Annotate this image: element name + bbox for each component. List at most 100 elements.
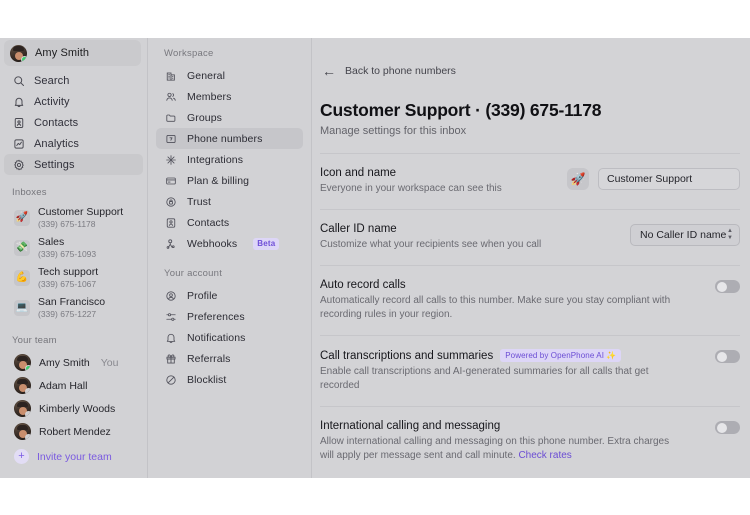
current-user-name: Amy Smith [35, 47, 90, 59]
page-subtitle: Manage settings for this inbox [320, 125, 467, 137]
inbox-list: 🚀 Customer Support (339) 675-1178 💸 Sale… [0, 203, 147, 323]
setting-row-international-calling: International calling and messaging Allo… [320, 406, 740, 476]
list-item[interactable]: 💻 San Francisco (339) 675-1227 [4, 293, 143, 323]
settings-item-members[interactable]: Members [156, 86, 303, 107]
team-list: Amy Smith You Adam Hall Kimberly Woods R… [0, 351, 147, 468]
settings-menu: Workspace General Members Groups Phone n… [148, 38, 312, 478]
sidebar-item-search[interactable]: Search [4, 70, 143, 91]
away-status-dot [25, 411, 31, 417]
row-title: Call transcriptions and summaries Powere… [320, 349, 699, 362]
settings-item-trust[interactable]: Trust [156, 191, 303, 212]
settings-item-label: Integrations [187, 153, 244, 166]
settings-item-label: Notifications [187, 331, 246, 344]
list-item[interactable]: 💪 Tech support (339) 675-1067 [4, 263, 143, 293]
settings-item-plan-billing[interactable]: Plan & billing [156, 170, 303, 191]
settings-item-referrals[interactable]: Referrals [156, 348, 303, 369]
select-value: No Caller ID name [640, 229, 727, 241]
row-title-text: Caller ID name [320, 223, 397, 235]
avatar [14, 354, 31, 371]
settings-item-label: Preferences [187, 310, 245, 323]
row-description-text: Allow international calling and messagin… [320, 436, 670, 461]
sidebar-item-label: Contacts [34, 116, 79, 129]
team-member-name: Adam Hall [39, 379, 88, 392]
setting-row-call-transcriptions: Call transcriptions and summaries Powere… [320, 335, 740, 406]
bell-icon [12, 95, 25, 108]
check-rates-link[interactable]: Check rates [518, 450, 571, 461]
settings-item-label: Contacts [187, 216, 230, 229]
toggle-knob [716, 281, 727, 292]
integrations-icon [164, 153, 177, 166]
list-item[interactable]: 💸 Sales (339) 675-1093 [4, 233, 143, 263]
inbox-number: (339) 675-1093 [38, 249, 97, 259]
list-item[interactable]: Amy Smith You [4, 351, 143, 374]
settings-item-label: Blocklist [187, 373, 227, 386]
inbox-name-input[interactable] [598, 168, 740, 190]
settings-item-webhooks[interactable]: Webhooks Beta [156, 233, 303, 254]
row-description: Allow international calling and messagin… [320, 435, 685, 463]
toggle-knob [716, 351, 727, 362]
shield-icon [164, 195, 177, 208]
inbox-name: Customer Support [38, 206, 124, 218]
account-section-label: Your account [164, 268, 223, 279]
setting-row-icon-and-name: Icon and name Everyone in your workspace… [320, 153, 740, 209]
list-item[interactable]: 🚀 Customer Support (339) 675-1178 [4, 203, 143, 233]
row-title: International calling and messaging [320, 420, 699, 432]
settings-item-label: Groups [187, 111, 223, 124]
current-user-row[interactable]: Amy Smith [4, 40, 141, 66]
avatar [14, 400, 31, 417]
settings-item-label: Members [187, 90, 232, 103]
list-item[interactable]: Adam Hall [4, 374, 143, 397]
sidebar-item-contacts[interactable]: Contacts [4, 112, 143, 133]
settings-item-contacts[interactable]: Contacts [156, 212, 303, 233]
back-to-phone-numbers-button[interactable]: ← Back to phone numbers [312, 64, 750, 78]
team-member-name: Robert Mendez [39, 425, 111, 438]
status-badge: Beta [253, 237, 280, 250]
webhooks-icon [164, 237, 177, 250]
settings-item-integrations[interactable]: Integrations [156, 149, 303, 170]
inbox-number: (339) 675-1178 [38, 219, 96, 229]
caller-id-name-select[interactable]: No Caller ID name ▲ ▼ [630, 224, 740, 246]
inbox-number: (339) 675-1227 [38, 309, 97, 319]
setting-row-auto-record-calls: Auto record calls Automatically record a… [320, 265, 740, 335]
team-member-name: Kimberly Woods [39, 402, 116, 415]
settings-item-blocklist[interactable]: Blocklist [156, 369, 303, 390]
bell-icon [164, 331, 177, 344]
sidebar-item-analytics[interactable]: Analytics [4, 133, 143, 154]
card-icon [164, 174, 177, 187]
sidebar-item-activity[interactable]: Activity [4, 91, 143, 112]
sidebar-item-settings[interactable]: Settings [4, 154, 143, 175]
row-description: Enable call transcriptions and AI-genera… [320, 366, 649, 391]
settings-item-profile[interactable]: Profile [156, 285, 303, 306]
settings-item-label: Referrals [187, 352, 231, 365]
sidebar-item-label: Search [34, 74, 70, 87]
settings-item-preferences[interactable]: Preferences [156, 306, 303, 327]
online-status-dot [21, 55, 27, 62]
list-item[interactable]: Kimberly Woods [4, 397, 143, 420]
muscle-icon: 💪 [14, 270, 30, 286]
international-calling-toggle[interactable] [715, 421, 740, 434]
inbox-emoji-picker-button[interactable]: 🚀 [567, 168, 589, 190]
openphone-ai-badge: Powered by OpenPhone AI ✨ [500, 349, 622, 362]
list-item[interactable]: Robert Mendez [4, 420, 143, 443]
sidebar-item-label: Settings [34, 158, 75, 171]
sidebar-item-label: Activity [34, 95, 70, 108]
invite-your-team-button[interactable]: + Invite your team [4, 445, 143, 468]
building-icon [164, 69, 177, 82]
avatar [14, 423, 31, 440]
inbox-name: Tech support [38, 266, 99, 278]
settings-item-general[interactable]: General [156, 65, 303, 86]
setting-row-caller-id-name: Caller ID name Customize what your recip… [320, 209, 740, 265]
settings-item-phone-numbers[interactable]: Phone numbers [156, 128, 303, 149]
people-icon [164, 90, 177, 103]
inboxes-section-label: Inboxes [12, 187, 47, 198]
avatar [10, 44, 27, 62]
row-description: Customize what your recipients see when … [320, 239, 542, 250]
auto-record-calls-toggle[interactable] [715, 280, 740, 293]
call-transcriptions-toggle[interactable] [715, 350, 740, 363]
settings-item-groups[interactable]: Groups [156, 107, 303, 128]
back-label: Back to phone numbers [345, 65, 456, 77]
settings-item-notifications[interactable]: Notifications [156, 327, 303, 348]
row-description: Everyone in your workspace can see this [320, 183, 502, 194]
contacts-icon [164, 216, 177, 229]
toggle-knob [716, 422, 727, 433]
